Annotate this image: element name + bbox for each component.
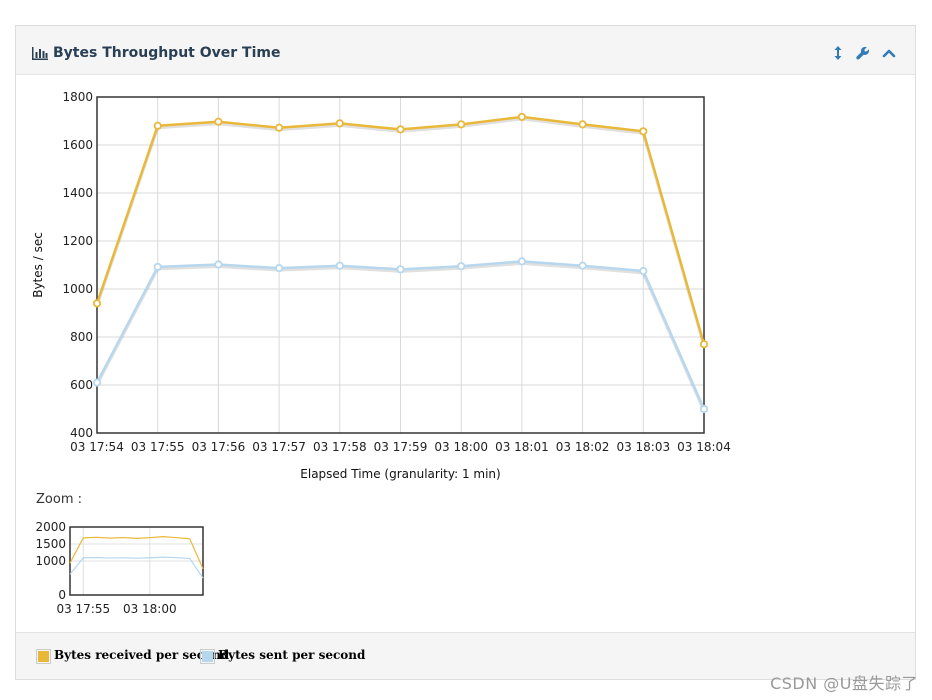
data-point bbox=[517, 112, 527, 122]
y-tick-label: 800 bbox=[70, 330, 93, 344]
x-tick-label: 03 17:59 bbox=[374, 440, 428, 454]
zoom-y-tick-label: 1000 bbox=[35, 554, 66, 568]
data-point bbox=[153, 262, 162, 272]
data-point bbox=[578, 120, 587, 129]
x-axis-title: Elapsed Time (granularity: 1 min) bbox=[300, 467, 500, 481]
zoom-y-tick-label: 1500 bbox=[35, 537, 66, 551]
zoom-y-tick-label: 0 bbox=[58, 588, 66, 602]
data-point bbox=[274, 123, 284, 132]
y-axis-title: Bytes / sec bbox=[31, 232, 45, 298]
y-tick-label: 400 bbox=[70, 426, 93, 440]
data-point bbox=[335, 261, 344, 270]
x-tick-label: 03 18:03 bbox=[616, 440, 670, 454]
data-point bbox=[396, 125, 405, 134]
data-point bbox=[639, 127, 648, 136]
zoom-y-tick-label: 2000 bbox=[35, 520, 66, 534]
data-point bbox=[457, 262, 466, 271]
zoom-series-line bbox=[69, 556, 204, 579]
data-point bbox=[274, 264, 284, 273]
x-tick-label: 03 18:02 bbox=[556, 440, 610, 454]
data-point bbox=[457, 120, 466, 129]
zoom-series-line bbox=[69, 536, 204, 570]
data-point bbox=[335, 119, 344, 128]
data-point bbox=[92, 299, 102, 308]
zoom-x-tick-label: 03 17:55 bbox=[56, 602, 110, 616]
x-tick-label: 03 17:55 bbox=[131, 440, 185, 454]
data-point bbox=[396, 265, 405, 274]
throughput-chart: 400 600 800 1000 1200 1400 1600 1800 03 17:54 03 … bbox=[31, 90, 731, 616]
data-point bbox=[92, 378, 102, 387]
zoom-label: Zoom : bbox=[36, 492, 82, 507]
x-tick-label: 03 17:56 bbox=[192, 440, 246, 454]
x-tick-label: 03 17:57 bbox=[252, 440, 306, 454]
data-point bbox=[578, 261, 587, 270]
y-tick-label: 1600 bbox=[62, 138, 93, 152]
x-tick-label: 03 17:54 bbox=[70, 440, 124, 454]
y-tick-label: 1000 bbox=[62, 282, 93, 296]
y-tick-label: 1200 bbox=[62, 234, 93, 248]
data-point bbox=[153, 121, 162, 130]
x-tick-label: 03 17:58 bbox=[313, 440, 367, 454]
x-tick-label: 03 18:01 bbox=[495, 440, 549, 454]
data-point bbox=[517, 257, 527, 266]
y-tick-label: 1400 bbox=[62, 186, 93, 200]
x-tick-label: 03 18:00 bbox=[434, 440, 488, 454]
data-point bbox=[699, 404, 709, 414]
x-tick-label: 03 18:04 bbox=[677, 440, 731, 454]
watermark: CSDN @U盘失踪了 bbox=[770, 674, 918, 693]
data-point bbox=[214, 260, 223, 269]
y-tick-label: 1800 bbox=[62, 90, 93, 104]
zoom-x-tick-label: 03 18:00 bbox=[123, 602, 177, 616]
data-point bbox=[639, 266, 648, 276]
data-point bbox=[699, 340, 709, 349]
y-tick-label: 600 bbox=[70, 378, 93, 392]
data-point bbox=[214, 117, 223, 126]
